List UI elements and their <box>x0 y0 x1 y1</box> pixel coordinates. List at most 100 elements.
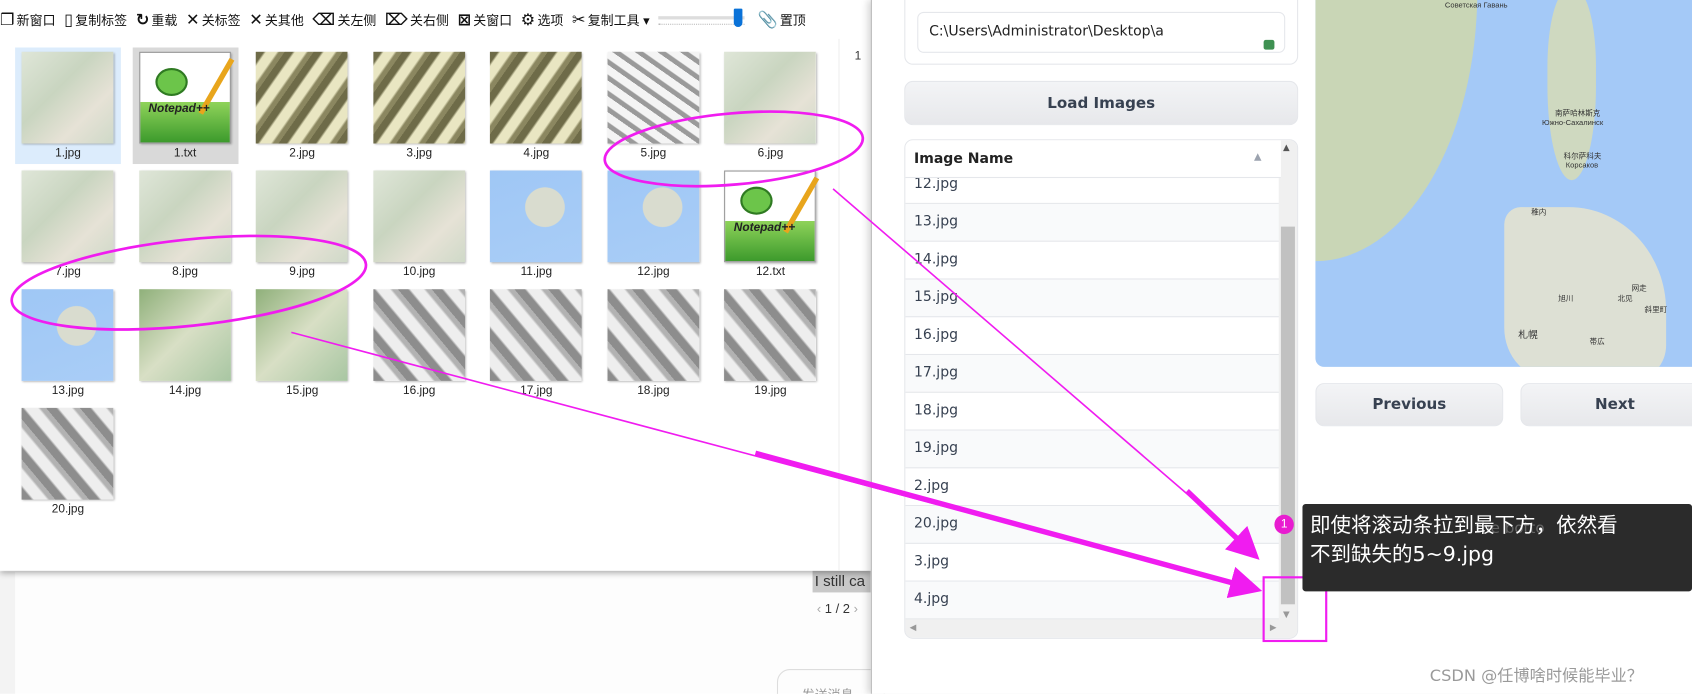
toolbar-button-label: 关窗口 <box>473 12 513 28</box>
file-item[interactable]: 15.jpg <box>249 285 355 402</box>
scroll-down-icon[interactable]: ▼ <box>1283 610 1290 620</box>
zoom-slider[interactable] <box>658 8 745 31</box>
image-thumbnail <box>372 51 465 144</box>
file-name: 10.jpg <box>403 265 436 279</box>
file-name: 4.jpg <box>523 146 550 160</box>
toolbar-button-label: 关右侧 <box>410 12 449 28</box>
scroll-up-icon[interactable]: ▲ <box>1283 142 1290 152</box>
file-item[interactable]: 13.jpg <box>15 285 121 402</box>
file-item[interactable]: 12.jpg <box>601 166 707 283</box>
toolbar-button[interactable]: ▯ 复制标签 <box>64 10 127 29</box>
toolbar-button[interactable]: ✂ 复制工具 ▾ <box>572 10 650 29</box>
file-item[interactable]: 18.jpg <box>601 285 707 402</box>
image-thumbnail <box>606 170 699 263</box>
file-item[interactable]: 5.jpg <box>601 47 707 164</box>
toolbar-button[interactable]: ❐ 新窗口 <box>0 10 56 29</box>
scrollbar-thumb[interactable] <box>1280 226 1295 605</box>
message-input[interactable]: 发送消息 <box>776 669 885 694</box>
close-right-icon: ⌦ <box>384 10 408 30</box>
file-item[interactable]: 16.jpg <box>366 285 472 402</box>
file-name: 12.jpg <box>637 265 670 279</box>
table-row[interactable]: 19.jpg <box>905 430 1281 469</box>
toolbar-button[interactable]: ⊠ 关窗口 <box>458 10 513 29</box>
file-name: 16.jpg <box>403 384 436 398</box>
folder-path-input[interactable]: C:\Users\Administrator\Desktop\a <box>917 11 1286 53</box>
file-item[interactable]: 19.jpg <box>718 285 824 402</box>
file-name: 14.jpg <box>168 384 202 398</box>
image-name-table: 1 2.jpg 13.jpg 14.jpg 15.jpg 16.jpg 17.jpg 18.j… <box>904 139 1299 639</box>
image-thumbnail <box>372 289 465 381</box>
toolbar-button[interactable]: ↻ 重载 <box>136 10 178 29</box>
chat-message-snippet: I still ca <box>812 568 871 593</box>
toolbar-button-label: 新窗口 <box>16 12 56 28</box>
extension-indicator-icon <box>1263 39 1275 50</box>
table-row[interactable]: 13.jpg <box>905 203 1281 242</box>
file-item[interactable]: 17.jpg <box>483 285 589 402</box>
toolbar-button[interactable]: ✕ 关标签 <box>186 10 241 29</box>
scroll-left-icon[interactable]: ◀ <box>910 623 917 633</box>
toolbar-button-label: 置顶 <box>779 12 806 28</box>
table-row[interactable]: 18.jpg <box>905 393 1281 431</box>
map-label: Корсаков <box>1565 161 1599 170</box>
image-thumbnail <box>21 170 114 263</box>
toolbar-button[interactable]: ⌫ 关左侧 <box>312 10 376 29</box>
file-name: 17.jpg <box>520 384 553 398</box>
file-item[interactable]: 20.jpg <box>15 404 121 521</box>
table-header[interactable]: Image Name ▲ <box>905 140 1281 179</box>
scroll-right-icon[interactable]: ▶ <box>1270 623 1277 633</box>
file-item[interactable]: 11.jpg <box>483 166 589 283</box>
toolbar-button[interactable]: ✕ 关其他 <box>249 10 304 29</box>
vertical-scrollbar[interactable]: ▲ ▼ <box>1278 140 1298 622</box>
table-row[interactable]: 4.jpg <box>905 581 1281 620</box>
file-item[interactable]: 10.jpg <box>366 166 472 283</box>
previous-button[interactable]: Previous <box>1315 383 1504 427</box>
file-item[interactable]: 14.jpg <box>132 285 238 402</box>
load-images-button[interactable]: Load Images <box>904 80 1299 126</box>
map-label: 旭川 <box>1558 295 1574 304</box>
file-item[interactable]: 6.jpg <box>718 47 824 164</box>
horizontal-scrollbar[interactable]: ◀ ▶ <box>905 619 1298 638</box>
toolbar-button[interactable]: ⌦ 关右侧 <box>385 10 449 29</box>
image-thumbnail <box>724 289 816 381</box>
image-thumbnail <box>255 170 348 263</box>
file-name: 20.jpg <box>51 502 85 516</box>
table-row[interactable]: 14.jpg <box>905 242 1281 280</box>
toolbar-button-label: 复制标签 <box>75 12 128 28</box>
file-item[interactable]: 4.jpg <box>483 47 589 164</box>
file-item[interactable]: 9.jpg <box>249 166 355 283</box>
file-item[interactable]: Notepad++ 12.txt <box>718 166 824 283</box>
file-item[interactable]: 1.jpg <box>15 47 121 165</box>
file-item[interactable]: 2.jpg <box>249 47 355 164</box>
pager-text: 1 / 2 <box>824 601 851 617</box>
watermark: CSDN @任博啥时候能毕业？ <box>1429 665 1643 686</box>
file-item[interactable]: 8.jpg <box>132 166 238 283</box>
file-item[interactable]: 7.jpg <box>15 166 121 283</box>
column-header-image-name[interactable]: Image Name <box>914 151 1013 167</box>
toolbar-button-label: 重载 <box>151 12 178 28</box>
file-name: 15.jpg <box>285 384 319 398</box>
pager-next-icon[interactable]: › <box>850 601 858 616</box>
image-preview-map: Советская Гавань 南萨哈林斯克 Южно-Сахалинск 科… <box>1315 0 1692 367</box>
slider-thumb[interactable] <box>733 8 743 27</box>
image-thumbnail <box>606 51 699 144</box>
toolbar-button[interactable]: ⚙ 选项 <box>521 10 564 29</box>
map-label: 南萨哈林斯克 <box>1554 110 1601 118</box>
next-button[interactable]: Next <box>1520 383 1692 427</box>
file-item[interactable]: Notepad++ 1.txt <box>132 47 238 165</box>
table-row[interactable]: 17.jpg <box>905 355 1281 393</box>
table-row[interactable]: 2.jpg <box>905 468 1281 507</box>
table-row[interactable]: 15.jpg <box>905 279 1281 318</box>
file-name: 11.jpg <box>520 265 553 279</box>
map-label: Южно-Сахалинск <box>1542 119 1604 128</box>
pin-on-top-button[interactable]: 📎 置顶 <box>758 10 806 29</box>
sort-asc-icon[interactable]: ▲ <box>1254 152 1261 163</box>
table-row[interactable]: 16.jpg <box>905 317 1281 356</box>
image-thumbnail <box>21 289 114 381</box>
pager[interactable]: ‹ 1 / 2 › <box>817 601 858 616</box>
table-row[interactable]: 3.jpg <box>905 544 1281 582</box>
table-row[interactable]: 20.jpg <box>905 506 1281 544</box>
toolbar-button-label: 关左侧 <box>337 12 377 28</box>
paperclip-icon: 📎 <box>757 10 778 30</box>
file-item[interactable]: 3.jpg <box>366 47 472 164</box>
notepad-file-icon: Notepad++ <box>138 51 234 144</box>
